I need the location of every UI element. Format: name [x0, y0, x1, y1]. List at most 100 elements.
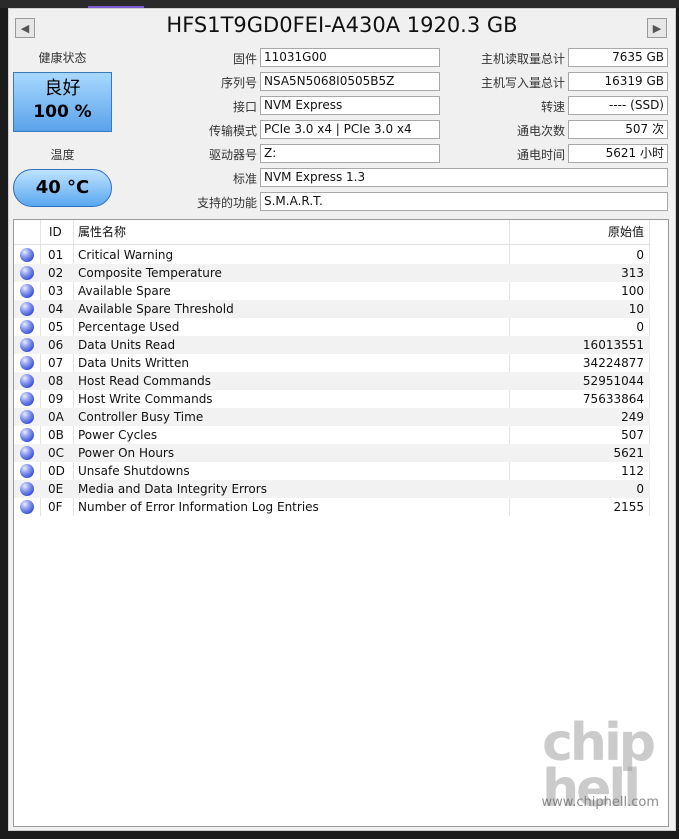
attribute-name: Data Units Read	[78, 338, 176, 352]
table-row[interactable]: 0A Controller Busy Time 249	[14, 408, 650, 426]
host-reads-field: 7635 GB	[568, 48, 668, 67]
attribute-id: 02	[48, 266, 64, 280]
attribute-name: Host Write Commands	[78, 392, 213, 406]
drive-model-title: HFS1T9GD0FEI-A430A 1920.3 GB	[166, 13, 518, 37]
table-row[interactable]: 08 Host Read Commands 52951044	[14, 372, 650, 390]
temperature-badge[interactable]: 40 °C	[13, 169, 112, 207]
left-arrow-icon: ◀	[20, 21, 30, 35]
attribute-id: 04	[48, 302, 64, 316]
table-row[interactable]: 0C Power On Hours 5621	[14, 444, 650, 462]
table-row[interactable]: 0F Number of Error Information Log Entrie…	[14, 498, 650, 516]
rotation-rate-field: ---- (SSD)	[568, 96, 668, 115]
attribute-id: 01	[48, 248, 64, 262]
power-on-count-field: 507 次	[568, 120, 668, 139]
attribute-id: 06	[48, 338, 64, 352]
serial-field: NSA5N5068I0505B5Z	[260, 72, 440, 91]
attribute-id: 0F	[48, 500, 63, 514]
transfer-mode-label: 传输模式	[208, 124, 257, 138]
features-field: S.M.A.R.T.	[260, 192, 668, 211]
attribute-raw-value: 313	[621, 266, 644, 280]
health-text: 良好	[44, 78, 81, 99]
table-row[interactable]: 05 Percentage Used 0	[14, 318, 650, 336]
attribute-name: Power On Hours	[78, 446, 175, 460]
power-on-hours-field: 5621 小时	[568, 144, 668, 163]
table-row[interactable]: 04 Available Spare Threshold 10	[14, 300, 650, 318]
table-row[interactable]: 06 Data Units Read 16013551	[14, 336, 650, 354]
host-writes-label: 主机写入量总计	[480, 76, 565, 90]
attribute-name: Percentage Used	[78, 320, 180, 334]
drive-letter-field: Z:	[260, 144, 440, 163]
table-row[interactable]: 03 Available Spare 100	[14, 282, 650, 300]
table-row[interactable]: 09 Host Write Commands 75633864	[14, 390, 650, 408]
column-header-id[interactable]: ID	[49, 220, 62, 244]
attribute-name: Media and Data Integrity Errors	[78, 482, 267, 496]
attribute-raw-value: 249	[621, 410, 644, 424]
table-row[interactable]: 0E Media and Data Integrity Errors 0	[14, 480, 650, 498]
status-dot-icon	[20, 500, 34, 514]
attribute-raw-value: 2155	[613, 500, 644, 514]
watermark-url: www.chiphell.com	[541, 795, 659, 810]
status-dot-icon	[20, 428, 34, 442]
table-row[interactable]: 0D Unsafe Shutdowns 112	[14, 462, 650, 480]
transfer-mode-field: PCIe 3.0 x4 | PCIe 3.0 x4	[260, 120, 440, 139]
attribute-raw-value: 100	[621, 284, 644, 298]
column-header-raw[interactable]: 原始值	[608, 220, 644, 244]
status-dot-icon	[20, 374, 34, 388]
health-percent: 100 %	[33, 102, 92, 122]
firmware-label: 固件	[232, 52, 257, 66]
table-row[interactable]: 02 Composite Temperature 313	[14, 264, 650, 282]
attribute-name: Unsafe Shutdowns	[78, 464, 190, 478]
temperature-label: 温度	[50, 148, 75, 162]
attribute-raw-value: 0	[636, 248, 644, 262]
attribute-raw-value: 0	[636, 320, 644, 334]
status-dot-icon	[20, 464, 34, 478]
status-dot-icon	[20, 392, 34, 406]
health-status-label: 健康状态	[38, 51, 87, 65]
active-tab-indicator[interactable]	[88, 0, 144, 8]
status-dot-icon	[20, 284, 34, 298]
status-dot-icon	[20, 248, 34, 262]
attribute-name: Host Read Commands	[78, 374, 212, 388]
interface-field: NVM Express	[260, 96, 440, 115]
standard-label: 标准	[232, 172, 257, 186]
firmware-field: 11031G00	[260, 48, 440, 67]
attribute-name: Composite Temperature	[78, 266, 222, 280]
power-on-hours-label: 通电时间	[516, 148, 565, 162]
attribute-raw-value: 75633864	[582, 392, 644, 406]
status-dot-icon	[20, 446, 34, 460]
attribute-raw-value: 52951044	[582, 374, 644, 388]
attribute-raw-value: 5621	[613, 446, 644, 460]
status-dot-icon	[20, 338, 34, 352]
attribute-name: Controller Busy Time	[78, 410, 204, 424]
table-row[interactable]: 0B Power Cycles 507	[14, 426, 650, 444]
attribute-id: 0A	[48, 410, 64, 424]
attribute-name: Power Cycles	[78, 428, 158, 442]
watermark: chip hell www.chiphell.com	[439, 717, 659, 815]
column-header-name[interactable]: 属性名称	[78, 220, 126, 244]
attribute-raw-value: 34224877	[582, 356, 644, 370]
attribute-name: Critical Warning	[78, 248, 174, 262]
top-tab-strip	[0, 0, 679, 8]
next-drive-button[interactable]: ▶	[647, 18, 667, 38]
prev-drive-button[interactable]: ◀	[15, 18, 35, 38]
status-dot-icon	[20, 356, 34, 370]
rotation-rate-label: 转速	[540, 100, 565, 114]
attribute-name: Number of Error Information Log Entries	[78, 500, 319, 514]
main-window: ◀ HFS1T9GD0FEI-A430A 1920.3 GB ▶ 健康状态 良好…	[8, 8, 676, 831]
status-dot-icon	[20, 266, 34, 280]
attribute-raw-value: 507	[621, 428, 644, 442]
serial-label: 序列号	[220, 76, 257, 90]
attribute-id: 0C	[48, 446, 65, 460]
host-reads-label: 主机读取量总计	[480, 52, 565, 66]
status-dot-icon	[20, 410, 34, 424]
attribute-id: 07	[48, 356, 64, 370]
attribute-raw-value: 0	[636, 482, 644, 496]
attribute-name: Available Spare Threshold	[78, 302, 234, 316]
host-writes-field: 16319 GB	[568, 72, 668, 91]
health-status-badge[interactable]: 良好 100 %	[13, 72, 112, 132]
table-row[interactable]: 07 Data Units Written 34224877	[14, 354, 650, 372]
table-row[interactable]: 01 Critical Warning 0	[14, 246, 650, 264]
right-arrow-icon: ▶	[652, 21, 662, 35]
attribute-raw-value: 16013551	[582, 338, 644, 352]
attribute-id: 08	[48, 374, 64, 388]
